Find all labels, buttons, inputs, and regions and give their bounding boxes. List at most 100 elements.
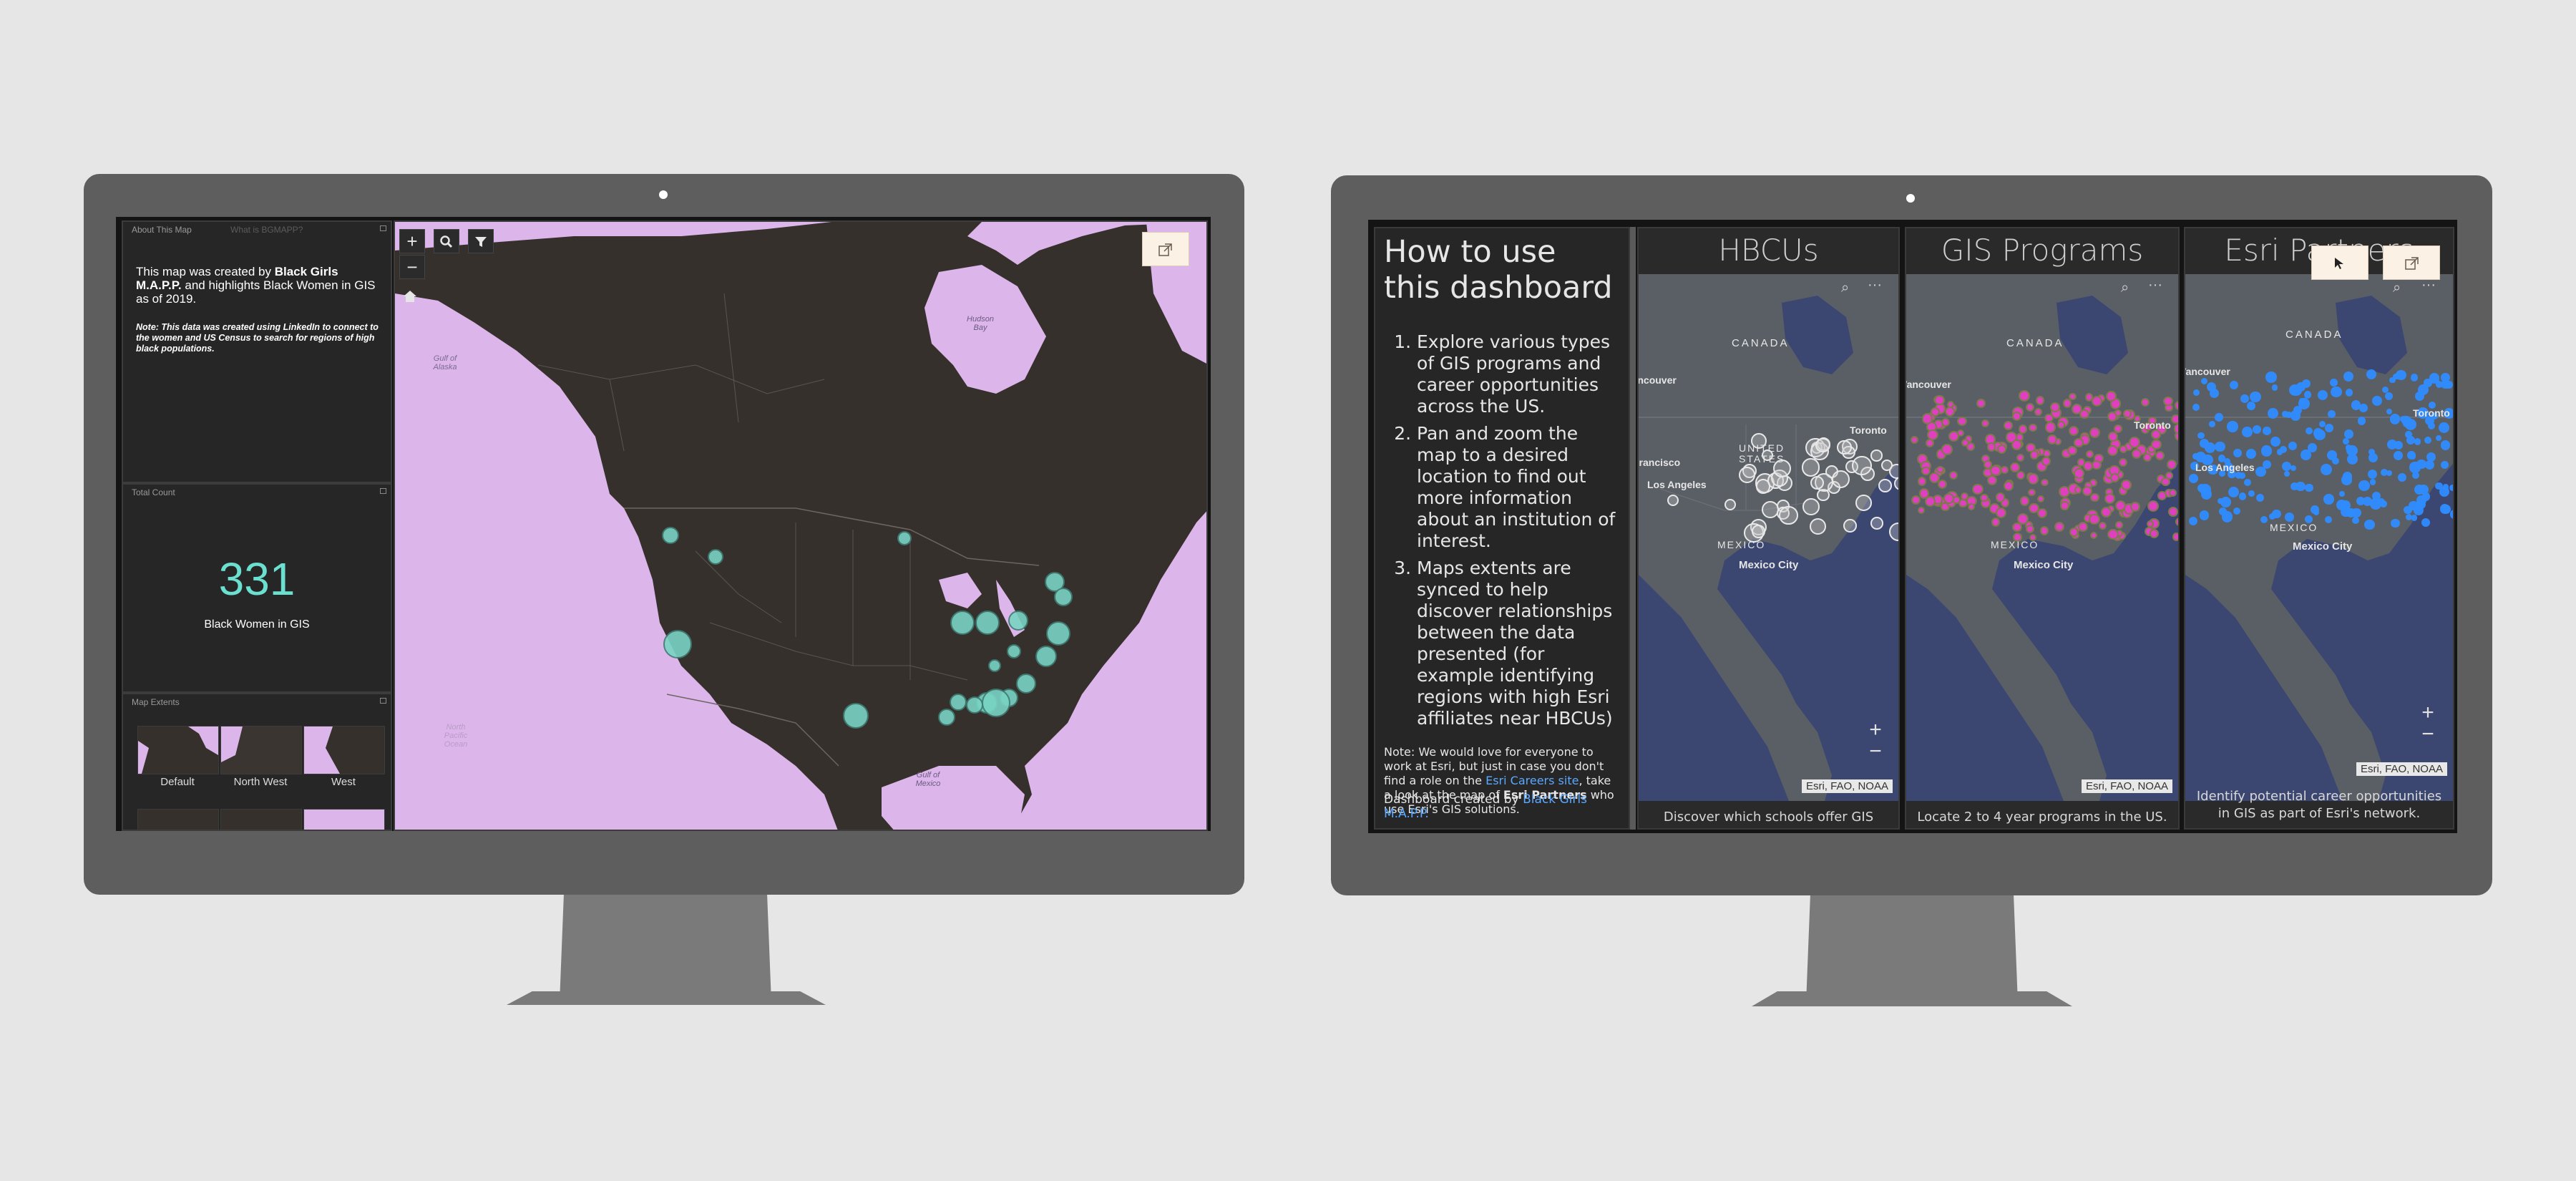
esri-partner-point[interactable] <box>2413 505 2424 516</box>
gis-program-point[interactable] <box>2129 501 2140 512</box>
esri-partner-point[interactable] <box>2364 519 2376 530</box>
esri-partner-point[interactable] <box>2398 473 2407 482</box>
hbcu-map[interactable]: CANADA UNITED STATES MEXICO Mexico City … <box>1639 274 1898 801</box>
esri-partner-point[interactable] <box>2406 436 2415 445</box>
map-search-icon[interactable]: ⌕ <box>2393 280 2401 296</box>
esri-partner-point[interactable] <box>2342 471 2352 481</box>
esri-partner-point[interactable] <box>2192 453 2199 460</box>
main-map-point[interactable] <box>1054 588 1073 606</box>
map-search-icon[interactable]: ⌕ <box>2121 280 2129 296</box>
gis-program-point[interactable] <box>2060 501 2069 510</box>
esri-partner-point[interactable] <box>2296 481 2306 492</box>
esri-partner-point[interactable] <box>2227 420 2238 432</box>
gis-program-point[interactable] <box>1991 517 2001 527</box>
esri-partner-point[interactable] <box>2209 389 2219 399</box>
esri-partner-point[interactable] <box>2267 407 2279 419</box>
gis-program-point[interactable] <box>2107 528 2119 540</box>
hbcu-point[interactable] <box>1761 500 1780 519</box>
gis-program-point[interactable] <box>2019 495 2030 506</box>
esri-partner-point[interactable] <box>2248 490 2255 497</box>
hbcu-point[interactable] <box>1870 517 1883 530</box>
tab-about-this-map[interactable]: About This Map <box>132 225 192 235</box>
esri-partner-point[interactable] <box>2328 409 2336 418</box>
gis-program-point[interactable] <box>1957 416 1968 427</box>
gis-program-point[interactable] <box>2143 452 2152 462</box>
gis-program-point[interactable] <box>2028 473 2039 485</box>
hbcu-point[interactable] <box>1836 439 1852 455</box>
esri-partner-point[interactable] <box>2440 440 2451 450</box>
hbcu-point[interactable] <box>1888 522 1898 541</box>
main-map-point[interactable] <box>950 694 967 711</box>
esri-partner-point[interactable] <box>2233 448 2243 458</box>
esri-partner-point[interactable] <box>2215 441 2225 452</box>
gis-program-point[interactable] <box>1911 495 1921 505</box>
gis-program-point[interactable] <box>1911 435 1919 444</box>
gis-program-point[interactable] <box>2079 409 2089 419</box>
gis-program-point[interactable] <box>1948 431 1959 442</box>
hbcu-point[interactable] <box>1801 458 1820 477</box>
gis-program-point[interactable] <box>2054 521 2065 532</box>
filter-button[interactable] <box>468 229 494 253</box>
esri-partner-point[interactable] <box>2293 405 2303 415</box>
esri-partner-point[interactable] <box>2192 389 2200 397</box>
gis-program-point[interactable] <box>2168 507 2178 517</box>
gis-program-point[interactable] <box>2132 448 2142 459</box>
home-button[interactable] <box>402 289 419 305</box>
gis-program-point[interactable] <box>2049 402 2060 413</box>
panel-splitter[interactable] <box>1630 227 1636 830</box>
esri-partner-point[interactable] <box>2200 439 2209 448</box>
gis-program-point[interactable] <box>2098 521 2107 530</box>
esri-partner-point[interactable] <box>2409 462 2421 473</box>
gis-program-point[interactable] <box>1986 475 1997 486</box>
esri-partner-point[interactable] <box>2440 460 2449 470</box>
esri-partner-point[interactable] <box>2279 446 2288 454</box>
map-zoom-in[interactable]: + <box>1865 718 1886 742</box>
gis-program-point[interactable] <box>1941 444 1953 455</box>
esri-partner-point[interactable] <box>2409 453 2416 460</box>
esri-partner-point[interactable] <box>2366 369 2377 380</box>
gis-program-point[interactable] <box>2104 493 2115 505</box>
maximize-icon[interactable] <box>380 698 386 704</box>
main-map-point[interactable] <box>708 549 723 565</box>
esri-partner-point[interactable] <box>2438 422 2450 434</box>
esri-partner-point[interactable] <box>2414 437 2421 445</box>
main-map-point[interactable] <box>1046 621 1070 646</box>
esri-partner-point[interactable] <box>2424 460 2435 470</box>
gis-program-point[interactable] <box>1934 394 1945 406</box>
gis-program-point[interactable] <box>2044 413 2054 423</box>
esri-partner-point[interactable] <box>2339 491 2346 497</box>
esri-partner-point[interactable] <box>2331 386 2342 398</box>
gis-program-point[interactable] <box>2091 396 2102 407</box>
esri-partner-point[interactable] <box>2345 388 2353 397</box>
esri-partner-point[interactable] <box>2358 480 2371 492</box>
gis-program-point[interactable] <box>2029 450 2039 460</box>
maximize-icon[interactable] <box>380 488 386 494</box>
gis-program-point[interactable] <box>1981 419 1990 428</box>
esri-partner-point[interactable] <box>2351 400 2361 410</box>
map-zoom-out[interactable]: − <box>1865 739 1886 764</box>
hbcu-point[interactable] <box>1739 466 1756 483</box>
esri-partner-point[interactable] <box>2303 391 2312 399</box>
esri-partner-point[interactable] <box>2240 394 2249 404</box>
gis-program-point[interactable] <box>2029 423 2037 432</box>
gis-program-point[interactable] <box>2077 521 2089 533</box>
esri-partner-point[interactable] <box>2192 403 2200 412</box>
gis-program-point[interactable] <box>2027 488 2036 497</box>
gis-program-point[interactable] <box>2175 517 2178 527</box>
gis-program-point[interactable] <box>2108 432 2118 442</box>
gis-program-point[interactable] <box>2085 449 2094 458</box>
gis-program-point[interactable] <box>2163 396 2173 406</box>
gis-program-point[interactable] <box>2122 409 2132 419</box>
gis-program-point[interactable] <box>1995 507 2006 519</box>
esri-partner-point[interactable] <box>2323 494 2335 505</box>
gis-program-point[interactable] <box>2089 427 2100 439</box>
gis-program-point[interactable] <box>2090 492 2099 502</box>
gis-program-point[interactable] <box>2001 466 2009 474</box>
gis-program-point[interactable] <box>1968 502 1976 510</box>
esri-partner-point[interactable] <box>2270 436 2281 447</box>
main-map[interactable]: Hudson Bay Gulf of Alaska North Pacific … <box>394 220 1208 831</box>
esri-partner-point[interactable] <box>2341 506 2351 517</box>
gis-program-point[interactable] <box>2169 489 2177 497</box>
gis-program-point[interactable] <box>1996 444 2007 455</box>
esri-partner-point[interactable] <box>2260 516 2268 524</box>
